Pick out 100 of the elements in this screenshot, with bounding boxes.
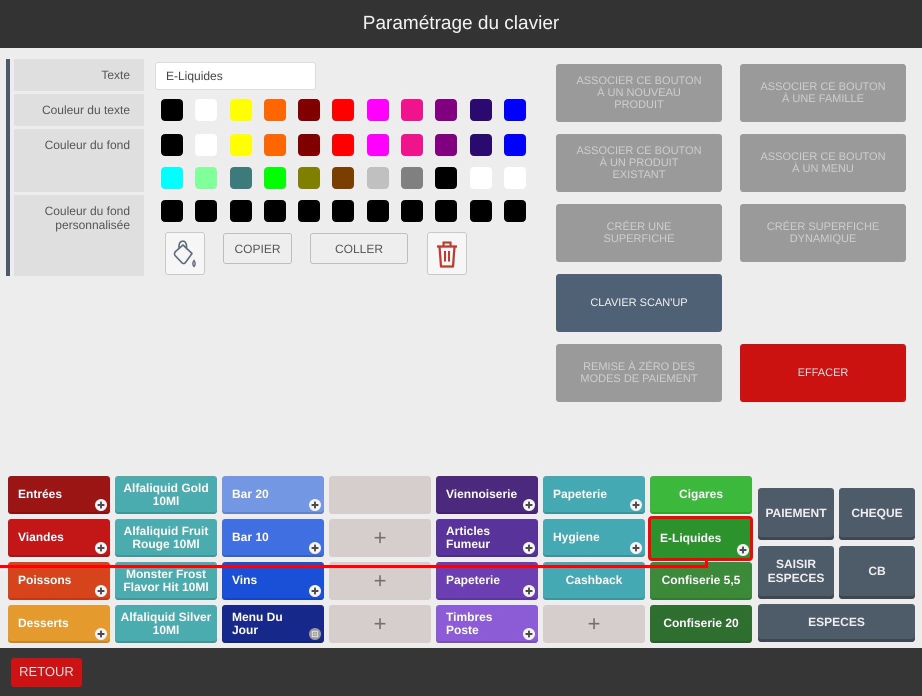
- color-swatch[interactable]: [264, 167, 286, 189]
- color-swatch[interactable]: [470, 134, 492, 156]
- color-swatch[interactable]: [366, 99, 389, 121]
- product-key[interactable]: Confiserie 5,5: [650, 562, 752, 600]
- category-key[interactable]: Articles Fumeur: [436, 519, 538, 557]
- menu-key[interactable]: Menu Du Jour: [222, 605, 324, 643]
- plus-circle-icon: [737, 544, 749, 556]
- color-swatch[interactable]: [161, 200, 183, 222]
- category-key[interactable]: Papeterie: [436, 562, 538, 600]
- category-key[interactable]: Timbres Poste: [436, 605, 538, 643]
- color-swatch[interactable]: [332, 200, 354, 222]
- plus-circle-icon: [309, 499, 321, 511]
- product-key[interactable]: Cigares: [650, 476, 752, 514]
- plus-circle-icon: [630, 499, 642, 511]
- color-swatch[interactable]: [195, 200, 218, 222]
- window-title: Paramétrage du clavier: [362, 12, 560, 36]
- field-label: Couleur du fond: [14, 129, 144, 192]
- category-key[interactable]: Viandes: [8, 519, 110, 557]
- color-swatch[interactable]: [401, 200, 424, 222]
- color-swatch[interactable]: [161, 167, 183, 189]
- color-swatch[interactable]: [435, 167, 458, 189]
- color-swatch[interactable]: [230, 99, 252, 121]
- color-swatch[interactable]: [332, 99, 354, 121]
- color-swatch[interactable]: [366, 167, 389, 189]
- color-swatch[interactable]: [298, 167, 320, 189]
- plus-circle-icon: [309, 585, 321, 597]
- plus-circle-icon: [95, 628, 107, 640]
- field-label: Texte: [14, 59, 144, 91]
- color-swatch[interactable]: [264, 134, 286, 156]
- text-input-field[interactable]: E-Liquides: [155, 62, 316, 90]
- color-swatch[interactable]: [161, 134, 183, 156]
- color-swatch[interactable]: [504, 200, 526, 222]
- product-key[interactable]: Alfaliquid Silver 10Ml: [115, 605, 217, 643]
- plus-circle-icon: [309, 542, 321, 554]
- color-swatch[interactable]: [298, 99, 320, 121]
- color-swatch[interactable]: [366, 134, 389, 156]
- color-swatch[interactable]: [230, 134, 252, 156]
- category-key[interactable]: Bar 20: [222, 476, 324, 514]
- color-swatch[interactable]: [401, 99, 424, 121]
- payment-button[interactable]: CB: [839, 546, 915, 598]
- payment-button[interactable]: ESPECES: [758, 604, 915, 642]
- empty-key[interactable]: +: [329, 519, 431, 557]
- plus-circle-icon: [95, 542, 107, 554]
- paste-button[interactable]: COLLER: [310, 233, 408, 264]
- color-swatch[interactable]: [264, 99, 286, 121]
- paint-bucket-icon: [173, 240, 197, 268]
- category-key[interactable]: Hygiene: [543, 519, 645, 557]
- product-key[interactable]: Alfaliquid Fruit Rouge 10Ml: [115, 519, 217, 557]
- field-label: Couleur du texte: [14, 94, 144, 126]
- category-key[interactable]: Viennoiserie: [436, 476, 538, 514]
- category-key[interactable]: E-Liquides: [648, 516, 753, 561]
- empty-key[interactable]: +: [329, 605, 431, 643]
- category-key[interactable]: Poissons: [8, 562, 110, 600]
- color-swatch[interactable]: [230, 167, 252, 189]
- category-key[interactable]: Desserts: [8, 605, 110, 643]
- color-swatch[interactable]: [332, 134, 354, 156]
- category-key[interactable]: Entrées: [8, 476, 110, 514]
- product-key[interactable]: Confiserie 20: [650, 605, 752, 643]
- copy-button[interactable]: COPIER: [223, 233, 292, 264]
- product-key[interactable]: Monster Frost Flavor Hit 10Ml: [115, 562, 217, 600]
- color-swatch[interactable]: [264, 200, 286, 222]
- color-swatch[interactable]: [401, 167, 424, 189]
- color-swatch[interactable]: [470, 200, 492, 222]
- erase-button[interactable]: EFFACER: [740, 344, 906, 402]
- menu-circle-icon: [309, 628, 321, 640]
- color-swatch[interactable]: [504, 99, 526, 121]
- color-swatch[interactable]: [470, 99, 492, 121]
- empty-key[interactable]: +: [329, 562, 431, 600]
- color-swatch[interactable]: [435, 134, 458, 156]
- color-swatch[interactable]: [298, 134, 320, 156]
- color-swatch[interactable]: [366, 200, 389, 222]
- product-key[interactable]: Cashback: [543, 562, 645, 600]
- delete-button[interactable]: [427, 232, 467, 275]
- plus-circle-icon: [523, 628, 535, 640]
- field-label: Couleur du fond personnalisée: [14, 195, 144, 276]
- color-swatch[interactable]: [435, 99, 458, 121]
- trash-icon: [435, 240, 459, 268]
- color-swatch[interactable]: [230, 200, 252, 222]
- color-swatch[interactable]: [435, 200, 458, 222]
- plus-circle-icon: [523, 499, 535, 511]
- payment-button[interactable]: SAISIR ESPECES: [758, 546, 834, 598]
- payment-button[interactable]: PAIEMENT: [758, 488, 834, 540]
- plus-circle-icon: [523, 585, 535, 597]
- category-key[interactable]: Bar 10: [222, 519, 324, 557]
- category-key[interactable]: Vins: [222, 562, 324, 600]
- color-swatch[interactable]: [332, 167, 354, 189]
- paint-bucket-button[interactable]: [165, 232, 205, 275]
- color-swatch[interactable]: [298, 200, 320, 222]
- plus-circle-icon: [630, 542, 642, 554]
- color-swatch[interactable]: [161, 99, 183, 121]
- keyboard-button[interactable]: CLAVIER SCAN'UP: [556, 274, 722, 332]
- product-key[interactable]: Alfaliquid Gold 10Ml: [115, 476, 217, 514]
- plus-circle-icon: [523, 542, 535, 554]
- color-swatch[interactable]: [504, 134, 526, 156]
- payment-button[interactable]: CHEQUE: [839, 488, 915, 540]
- empty-key[interactable]: +: [543, 605, 645, 643]
- category-key[interactable]: Papeterie: [543, 476, 645, 514]
- color-swatch[interactable]: [401, 134, 424, 156]
- color-swatch[interactable]: [195, 167, 218, 189]
- back-button[interactable]: RETOUR: [11, 658, 82, 686]
